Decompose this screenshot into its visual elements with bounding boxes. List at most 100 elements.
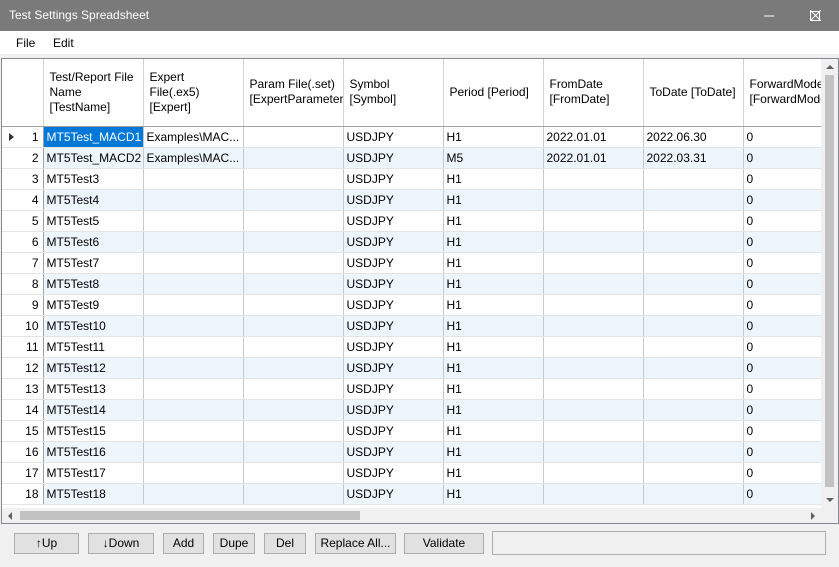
cell-expertparameter[interactable] [243, 441, 344, 463]
cell-period[interactable]: H1 [443, 336, 544, 358]
cell-expert[interactable] [143, 168, 244, 190]
row-header[interactable]: 12 [2, 357, 44, 379]
cell-testname[interactable]: MT5Test_MACD1 [43, 126, 144, 148]
cell-symbol[interactable]: USDJPY [343, 420, 444, 442]
cell-symbol[interactable]: USDJPY [343, 462, 444, 484]
cell-expert[interactable] [143, 273, 244, 295]
row-header[interactable]: 5 [2, 210, 44, 232]
column-header-expertparameter[interactable]: Param File(.set) [ExpertParameter [243, 59, 344, 127]
cell-todate[interactable] [643, 189, 744, 211]
cell-todate[interactable] [643, 378, 744, 400]
cell-testname[interactable]: MT5Test15 [43, 420, 144, 442]
cell-period[interactable]: H1 [443, 441, 544, 463]
row-header[interactable]: 14 [2, 399, 44, 421]
cell-symbol[interactable]: USDJPY [343, 378, 444, 400]
table-row[interactable]: 5 MT5Test5 USDJPY H1 0 [2, 210, 821, 232]
cell-period[interactable]: H1 [443, 420, 544, 442]
cell-forwardmode[interactable]: 0 [743, 378, 821, 400]
cell-forwardmode[interactable]: 0 [743, 252, 821, 274]
table-row[interactable]: 12 MT5Test12 USDJPY H1 0 [2, 357, 821, 379]
cell-forwardmode[interactable]: 0 [743, 315, 821, 337]
cell-todate[interactable] [643, 273, 744, 295]
vertical-scrollbar[interactable] [821, 59, 838, 508]
cell-testname[interactable]: MT5Test10 [43, 315, 144, 337]
cell-forwardmode[interactable]: 0 [743, 357, 821, 379]
cell-fromdate[interactable] [543, 210, 644, 232]
cell-symbol[interactable]: USDJPY [343, 399, 444, 421]
row-header[interactable]: 4 [2, 189, 44, 211]
horizontal-scrollbar[interactable] [2, 508, 821, 523]
cell-fromdate[interactable] [543, 336, 644, 358]
cell-expert[interactable] [143, 399, 244, 421]
cell-expertparameter[interactable] [243, 399, 344, 421]
cell-forwardmode[interactable]: 0 [743, 210, 821, 232]
cell-symbol[interactable]: USDJPY [343, 273, 444, 295]
column-header-symbol[interactable]: Symbol [Symbol] [343, 59, 444, 127]
cell-fromdate[interactable] [543, 294, 644, 316]
scroll-left-icon[interactable] [2, 508, 18, 523]
cell-symbol[interactable]: USDJPY [343, 126, 444, 148]
cell-expertparameter[interactable] [243, 147, 344, 169]
cell-fromdate[interactable] [543, 378, 644, 400]
table-row[interactable]: 11 MT5Test11 USDJPY H1 0 [2, 336, 821, 358]
cell-period[interactable]: H1 [443, 399, 544, 421]
cell-expertparameter[interactable] [243, 210, 344, 232]
cell-expertparameter[interactable] [243, 168, 344, 190]
cell-testname[interactable]: MT5Test16 [43, 441, 144, 463]
cell-expert[interactable] [143, 189, 244, 211]
cell-expert[interactable] [143, 462, 244, 484]
cell-period[interactable]: H1 [443, 483, 544, 505]
cell-symbol[interactable]: USDJPY [343, 336, 444, 358]
row-header[interactable]: 1 [2, 126, 44, 148]
cell-expert[interactable] [143, 294, 244, 316]
vertical-scroll-thumb[interactable] [825, 75, 834, 487]
cell-fromdate[interactable] [543, 441, 644, 463]
column-header-todate[interactable]: ToDate [ToDate] [643, 59, 744, 127]
cell-testname[interactable]: MT5Test13 [43, 378, 144, 400]
cell-expert[interactable] [143, 231, 244, 253]
cell-fromdate[interactable] [543, 168, 644, 190]
cell-period[interactable]: H1 [443, 378, 544, 400]
horizontal-scroll-thumb[interactable] [20, 511, 360, 520]
row-header[interactable]: 17 [2, 462, 44, 484]
cell-fromdate[interactable] [543, 315, 644, 337]
cell-expertparameter[interactable] [243, 252, 344, 274]
scroll-down-icon[interactable] [821, 492, 838, 508]
cell-forwardmode[interactable]: 0 [743, 420, 821, 442]
cell-todate[interactable] [643, 168, 744, 190]
column-header-forwardmode[interactable]: ForwardMode [ForwardMode [743, 59, 821, 127]
cell-period[interactable]: H1 [443, 252, 544, 274]
menu-edit[interactable]: Edit [53, 36, 74, 50]
cell-period[interactable]: M5 [443, 147, 544, 169]
cell-fromdate[interactable] [543, 357, 644, 379]
cell-symbol[interactable]: USDJPY [343, 315, 444, 337]
dupe-button[interactable]: Dupe [213, 533, 255, 554]
cell-testname[interactable]: MT5Test4 [43, 189, 144, 211]
row-header[interactable]: 16 [2, 441, 44, 463]
row-header[interactable]: 2 [2, 147, 44, 169]
cell-expertparameter[interactable] [243, 378, 344, 400]
table-row[interactable]: 16 MT5Test16 USDJPY H1 0 [2, 441, 821, 463]
cell-symbol[interactable]: USDJPY [343, 189, 444, 211]
cell-fromdate[interactable] [543, 273, 644, 295]
cell-todate[interactable]: 2022.06.30 [643, 126, 744, 148]
cell-period[interactable]: H1 [443, 189, 544, 211]
table-row[interactable]: 6 MT5Test6 USDJPY H1 0 [2, 231, 821, 253]
cell-symbol[interactable]: USDJPY [343, 210, 444, 232]
cell-testname[interactable]: MT5Test3 [43, 168, 144, 190]
cell-todate[interactable] [643, 399, 744, 421]
cell-expertparameter[interactable] [243, 126, 344, 148]
table-row[interactable]: 14 MT5Test14 USDJPY H1 0 [2, 399, 821, 421]
cell-forwardmode[interactable]: 0 [743, 441, 821, 463]
table-row[interactable]: 13 MT5Test13 USDJPY H1 0 [2, 378, 821, 400]
cell-expert[interactable] [143, 441, 244, 463]
cell-expert[interactable] [143, 357, 244, 379]
table-row[interactable]: 3 MT5Test3 USDJPY H1 0 [2, 168, 821, 190]
replace-all-button[interactable]: Replace All... [315, 533, 396, 554]
table-row[interactable]: 17 MT5Test17 USDJPY H1 0 [2, 462, 821, 484]
cell-testname[interactable]: MT5Test18 [43, 483, 144, 505]
cell-period[interactable]: H1 [443, 357, 544, 379]
validate-button[interactable]: Validate [404, 533, 484, 554]
cell-period[interactable]: H1 [443, 462, 544, 484]
table-row[interactable]: 9 MT5Test9 USDJPY H1 0 [2, 294, 821, 316]
